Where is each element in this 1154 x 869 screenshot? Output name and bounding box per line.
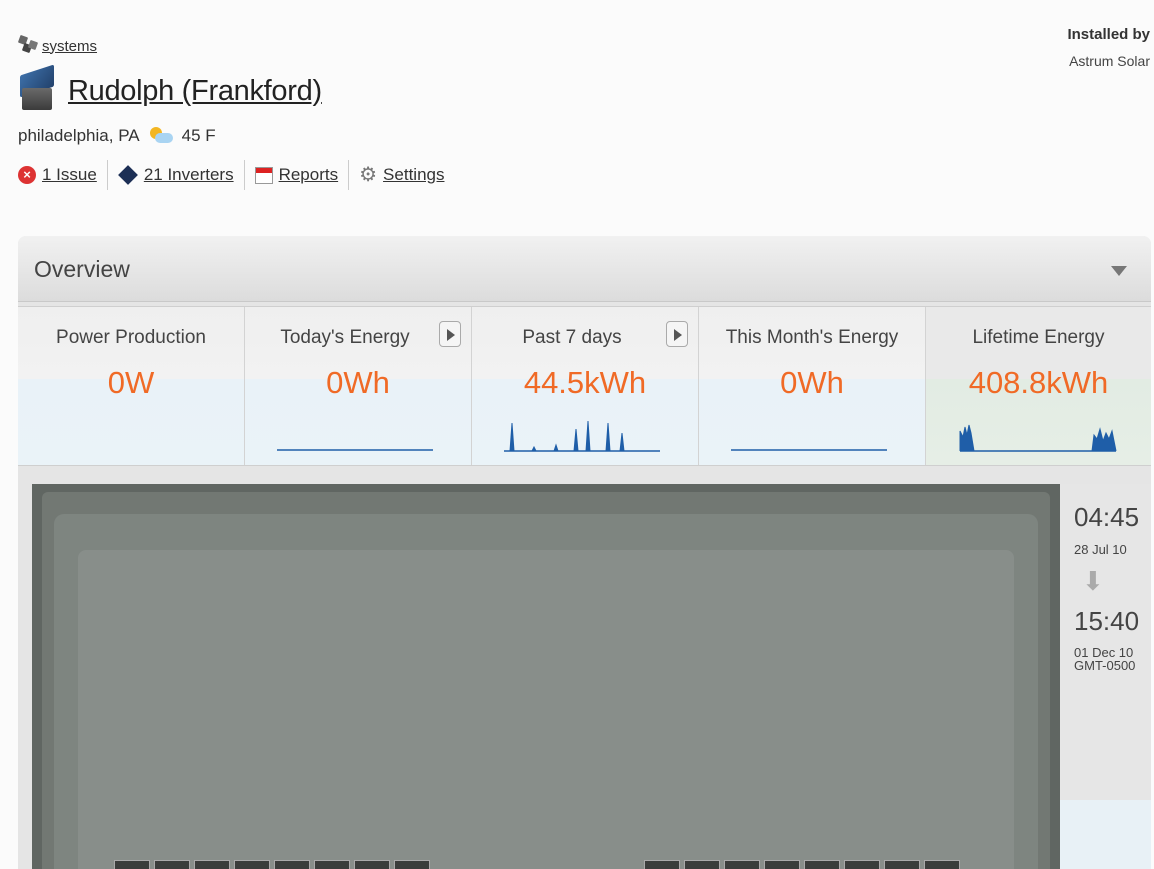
tile-label: Power Production <box>56 327 206 348</box>
tile-value: 0W <box>107 365 155 400</box>
breadcrumb: systems <box>17 34 97 56</box>
installer-name: Astrum Solar <box>1069 53 1150 69</box>
down-arrow-icon: ⬇ <box>1082 566 1104 596</box>
temperature-text: 45 F <box>181 126 216 145</box>
issues-link[interactable]: 1 Issue <box>42 165 97 185</box>
tile-value: 0Wh <box>780 365 844 400</box>
settings-link-group: ⚙ Settings <box>348 160 454 190</box>
tile-lifetime-energy[interactable]: Lifetime Energy 408.8kWh <box>926 307 1151 465</box>
inverters-link[interactable]: 21 Inverters <box>144 165 234 185</box>
issues-link-group: × 1 Issue <box>18 160 107 190</box>
inverter-icon <box>117 165 138 185</box>
installed-by-label: Installed by <box>1067 26 1150 43</box>
reports-link[interactable]: Reports <box>279 165 339 185</box>
panel-row-right <box>644 860 960 869</box>
sparkline <box>959 424 1117 452</box>
overview-header[interactable]: Overview <box>18 236 1151 302</box>
overview-panel: Overview Power Production 0W Today's Ene… <box>18 236 1151 869</box>
settings-link[interactable]: Settings <box>383 165 444 185</box>
error-icon: × <box>18 166 36 184</box>
start-time: 04:45 <box>1074 502 1140 532</box>
gear-icon: ⚙ <box>359 164 378 186</box>
calendar-icon <box>254 166 273 184</box>
location-row: philadelphia, PA 45 F <box>18 126 216 146</box>
sparkline <box>277 449 433 451</box>
tile-label: Today's Energy <box>280 327 410 348</box>
system-name-link[interactable]: Rudolph (Frankford) <box>68 75 322 108</box>
timeline-range: 04:45 28 Jul 10 ⬇ 15:40 01 Dec 10 GMT-05… <box>1060 484 1151 869</box>
tile-value: 0Wh <box>326 365 390 400</box>
location-text: philadelphia, PA <box>18 126 140 145</box>
end-time: 15:40 <box>1074 606 1140 636</box>
tile-todays-energy[interactable]: Today's Energy 0Wh <box>245 307 472 465</box>
sparkline <box>731 449 887 451</box>
system-layout-viewer[interactable] <box>32 484 1060 869</box>
panel-row-left <box>114 860 430 869</box>
systems-link[interactable]: systems <box>42 38 97 55</box>
reports-link-group: Reports <box>243 160 349 190</box>
end-date-block: 01 Dec 10 GMT-0500 <box>1060 646 1151 672</box>
start-date: 28 Jul 10 <box>1074 542 1127 557</box>
play-icon[interactable] <box>439 321 461 347</box>
tile-label: This Month's Energy <box>725 327 899 348</box>
tile-label: Past 7 days <box>522 327 622 348</box>
timezone: GMT-0500 <box>1074 658 1136 673</box>
overview-title: Overview <box>34 256 130 282</box>
tile-value: 44.5kWh <box>523 365 647 400</box>
solar-house-icon <box>18 64 56 112</box>
systems-icon <box>17 34 39 56</box>
installer-info: Installed by Astrum Solar <box>1067 26 1150 69</box>
tile-this-months-energy[interactable]: This Month's Energy 0Wh <box>699 307 926 465</box>
partly-cloudy-icon <box>148 127 174 145</box>
tile-power-production[interactable]: Power Production 0W <box>18 307 245 465</box>
sparkline <box>504 420 660 452</box>
tile-value: 408.8kWh <box>968 365 1109 400</box>
energy-tiles: Power Production 0W Today's Energy 0Wh P… <box>18 306 1151 466</box>
collapse-triangle-icon[interactable] <box>1111 266 1127 276</box>
system-links: × 1 Issue 21 Inverters Reports ⚙ Setting… <box>18 160 454 190</box>
system-header: systems Rudolph (Frankford) philadelphia… <box>0 0 1154 230</box>
play-icon[interactable] <box>666 321 688 347</box>
tile-past-7-days[interactable]: Past 7 days 44.5kWh <box>472 307 699 465</box>
system-title-row: Rudolph (Frankford) <box>18 64 322 112</box>
inverters-link-group: 21 Inverters <box>106 160 244 190</box>
tile-label: Lifetime Energy <box>972 327 1105 348</box>
